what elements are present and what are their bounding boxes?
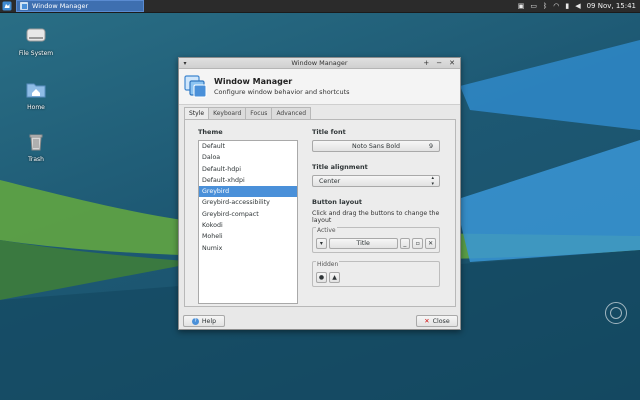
desktop-circle-button[interactable]	[605, 302, 627, 324]
theme-item[interactable]: Moheli	[199, 231, 297, 242]
theme-label: Theme	[198, 128, 223, 136]
close-layout-button[interactable]: ✕	[425, 238, 436, 249]
display-icon[interactable]: ▭	[530, 0, 537, 13]
desktop-icon-label: Trash	[28, 156, 44, 163]
hidden-label: Hidden	[316, 261, 340, 268]
clock[interactable]: 09 Nov, 15:41	[587, 0, 636, 13]
home-folder-icon	[26, 83, 46, 98]
volume-icon[interactable]: ◀	[575, 0, 580, 13]
title-font-button[interactable]: Noto Sans Bold 9	[312, 140, 440, 152]
title-layout-button[interactable]: Title	[328, 238, 398, 249]
theme-item[interactable]: Greybird-accessibility	[199, 197, 297, 208]
tab-focus[interactable]: Focus	[245, 107, 273, 119]
theme-item[interactable]: Daloa	[199, 152, 297, 163]
title-font-value: Noto Sans Bold	[352, 142, 400, 150]
theme-item[interactable]: Default-xhdpi	[199, 175, 297, 186]
battery-icon[interactable]: ▮	[565, 0, 569, 13]
help-icon: ?	[191, 317, 199, 325]
top-panel: Window Manager ▣ ▭ ᛒ ◠ ▮ ◀ 09 Nov, 15:41	[0, 0, 640, 13]
theme-item[interactable]: Greybird	[199, 186, 297, 198]
xfce-mouse-icon	[2, 1, 12, 11]
theme-item[interactable]: Default-hdpi	[199, 164, 297, 175]
desktop-icon-label: File System	[18, 50, 54, 57]
stick-layout-button[interactable]: ●	[316, 272, 327, 283]
minimize-layout-button[interactable]: _	[399, 238, 411, 249]
desktop-icon-home[interactable]: Home	[16, 78, 56, 111]
updown-arrow-icon: ▴ ▾	[431, 175, 434, 187]
shade-layout-button[interactable]: ▲	[329, 272, 340, 283]
window-menu-button[interactable]: ▾	[179, 60, 191, 67]
close-window-button[interactable]: ✕	[449, 59, 455, 67]
wifi-icon[interactable]: ◠	[553, 0, 559, 13]
title-font-size: 9	[428, 142, 433, 150]
notes-icon[interactable]: ▣	[518, 0, 525, 13]
header-subtitle: Configure window behavior and shortcuts	[214, 88, 350, 96]
hidden-buttons-frame: Hidden ● ▲	[312, 261, 440, 287]
close-button[interactable]: ✕ Close	[416, 315, 458, 327]
dialog-header: Window Manager Configure window behavior…	[179, 69, 460, 105]
title-alignment-select[interactable]: Center ▴ ▾	[312, 175, 440, 187]
desktop-icon-label: Home	[27, 104, 45, 111]
title-alignment-value: Center	[319, 177, 341, 185]
window-manager-dialog: ▾ Window Manager + − ✕ Window Manager Co…	[178, 57, 461, 330]
title-alignment-label: Title alignment	[312, 163, 368, 171]
theme-item[interactable]: Default	[199, 141, 297, 152]
taskbar-window-label: Window Manager	[32, 2, 89, 10]
theme-item[interactable]: Greybird-compact	[199, 209, 297, 220]
desktop-icon-trash[interactable]: Trash	[16, 130, 56, 163]
close-button-label: Close	[432, 317, 450, 325]
theme-item[interactable]: Numix	[199, 243, 297, 254]
maximize-button[interactable]: +	[423, 59, 429, 67]
help-button-label: Help	[201, 317, 217, 325]
maximize-layout-button[interactable]: ▫	[412, 238, 424, 249]
active-buttons-frame: Active ▾ Title _ ▫ ✕	[312, 227, 440, 253]
window-titlebar[interactable]: ▾ Window Manager + − ✕	[179, 58, 460, 69]
header-title: Window Manager	[214, 77, 293, 86]
menu-layout-button[interactable]: ▾	[316, 238, 327, 249]
help-button[interactable]: ? Help	[183, 315, 225, 327]
button-layout-hint: Click and drag the buttons to change the…	[312, 210, 440, 224]
button-layout-label: Button layout	[312, 198, 363, 206]
active-label: Active	[316, 227, 337, 234]
theme-item[interactable]: Kokodi	[199, 220, 297, 231]
system-tray: ▣ ▭ ᛒ ◠ ▮ ◀ 09 Nov, 15:41	[518, 0, 640, 13]
tab-keyboard[interactable]: Keyboard	[208, 107, 247, 119]
desktop-icon-file-system[interactable]: File System	[16, 24, 56, 57]
close-icon: ✕	[424, 317, 430, 325]
taskbar-window-button[interactable]: Window Manager	[16, 0, 144, 12]
drive-icon	[26, 28, 46, 42]
tab-advanced[interactable]: Advanced	[271, 107, 312, 119]
ring-icon	[610, 307, 622, 319]
window-title: Window Manager	[291, 59, 348, 67]
applications-menu-button[interactable]	[0, 0, 14, 13]
bluetooth-icon[interactable]: ᛒ	[543, 0, 547, 13]
window-manager-icon	[20, 2, 28, 10]
window-manager-app-icon	[184, 74, 207, 97]
style-tab-panel: Theme Default Daloa Default-hdpi Default-xh…	[184, 119, 456, 307]
trash-icon	[29, 134, 43, 151]
minimize-button[interactable]: −	[436, 59, 442, 67]
theme-list[interactable]: Default Daloa Default-hdpi Default-xhdpi Gre…	[198, 140, 298, 304]
title-font-label: Title font	[312, 128, 346, 136]
